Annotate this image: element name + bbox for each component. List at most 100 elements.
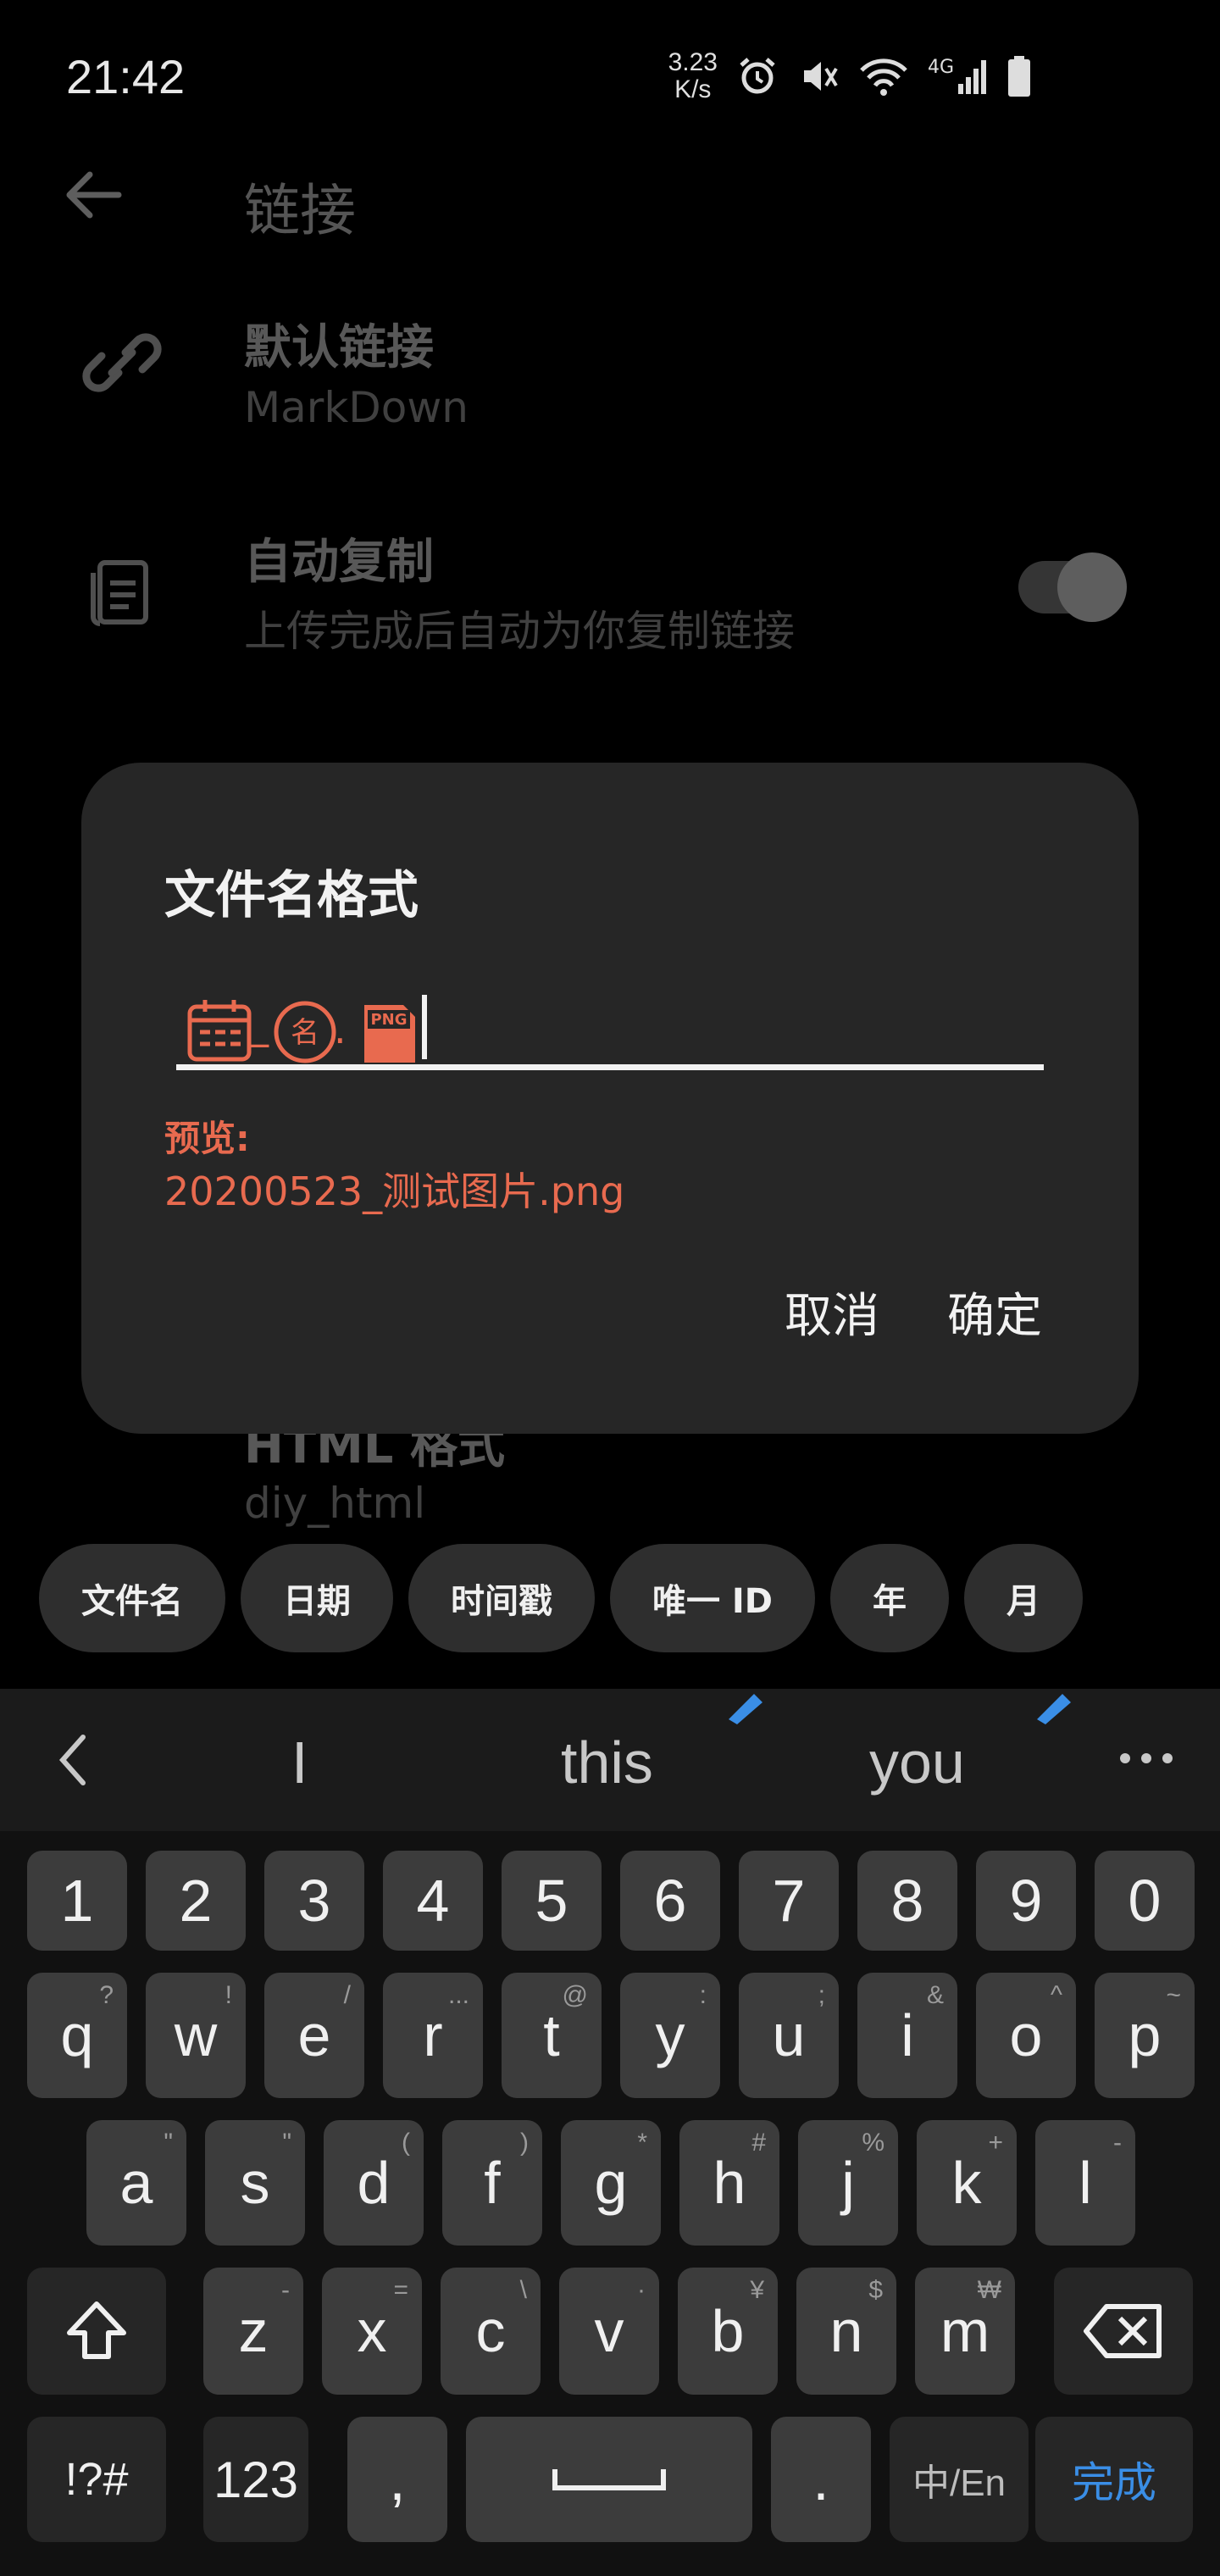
dialog-title: 文件名格式 <box>164 866 419 925</box>
key-z-hint: - <box>281 2276 290 2304</box>
chip-year[interactable]: 年 <box>830 1544 950 1652</box>
key-x[interactable]: x = <box>322 2268 422 2395</box>
key-1[interactable]: 1 <box>27 1851 127 1951</box>
key-b-hint: ¥ <box>750 2276 764 2304</box>
key-9-label: 9 <box>1009 1868 1043 1934</box>
key-z[interactable]: z- <box>203 2268 303 2395</box>
cellular-icon: 4G <box>928 57 988 96</box>
preview-value: 20200523_测试图片.png <box>164 1169 625 1214</box>
key-d-label: d <box>357 2150 391 2216</box>
filename-format-input[interactable]: _ 名 . PNG <box>176 983 1044 1068</box>
key-c[interactable]: c \ <box>441 2268 541 2395</box>
key-m-hint: ₩ <box>977 2276 1001 2304</box>
key-c-label: c <box>475 2298 506 2364</box>
key-o-hint: ^ <box>1050 1981 1062 2009</box>
key-e-hint: / <box>343 1981 351 2009</box>
key-n-hint: $ <box>868 2276 883 2304</box>
key-l[interactable]: l- <box>1035 2120 1135 2246</box>
key-c-hint: \ <box>519 2276 527 2304</box>
svg-text:PNG: PNG <box>370 1011 407 1029</box>
key-r-hint: ... <box>447 1981 469 2009</box>
svg-text:名: 名 <box>291 1016 319 1050</box>
chip-date[interactable]: 日期 <box>241 1544 393 1652</box>
chip-filename[interactable]: 文件名 <box>39 1544 225 1652</box>
key-g[interactable]: g * <box>561 2120 661 2246</box>
key-j[interactable]: j% <box>798 2120 898 2246</box>
key-9[interactable]: 9 <box>976 1851 1076 1951</box>
key-g-label: g <box>594 2150 628 2216</box>
key-1-label: 1 <box>60 1868 94 1934</box>
key-y-label: y <box>655 2002 685 2068</box>
language-key[interactable]: 中/En <box>890 2417 1029 2542</box>
token-chips: 文件名 日期 时间戳 唯一 ID 年 月 <box>39 1544 1084 1652</box>
suggestion-3[interactable]: you <box>869 1729 965 1796</box>
key-p-hint: ~ <box>1166 1981 1181 2009</box>
chip-month[interactable]: 月 <box>964 1544 1084 1652</box>
key-f[interactable]: f) <box>442 2120 542 2246</box>
key-o-label: o <box>1009 2002 1043 2068</box>
shift-key[interactable] <box>27 2268 166 2395</box>
key-d[interactable]: d( <box>324 2120 424 2246</box>
chip-unique-id[interactable]: 唯一 ID <box>610 1544 816 1652</box>
backspace-key[interactable] <box>1054 2268 1193 2395</box>
key-b[interactable]: b ¥ <box>678 2268 778 2395</box>
key-y[interactable]: y: <box>620 1973 720 2098</box>
key-u[interactable]: u; <box>739 1973 839 2098</box>
key-b-label: b <box>711 2298 745 2364</box>
key-r[interactable]: r... <box>383 1973 483 2098</box>
key-w-hint: ! <box>225 1981 232 2009</box>
num-key[interactable]: 123 <box>203 2417 308 2542</box>
period-key[interactable]: . <box>771 2417 871 2542</box>
key-l-label: l <box>1079 2150 1092 2216</box>
key-f-hint: ) <box>520 2129 529 2157</box>
key-0[interactable]: 0 <box>1095 1851 1195 1951</box>
symbols-key[interactable]: !?# <box>27 2417 166 2542</box>
key-5[interactable]: 5 <box>502 1851 602 1951</box>
key-8[interactable]: 8 <box>857 1851 957 1951</box>
input-underline <box>176 1064 1044 1070</box>
key-h[interactable]: h # <box>679 2120 779 2246</box>
key-a[interactable]: a " <box>86 2120 186 2246</box>
comma-key[interactable]: , <box>347 2417 447 2542</box>
edit-pen-icon <box>729 1694 762 1724</box>
key-k[interactable]: k + <box>917 2120 1017 2246</box>
chip-timestamp[interactable]: 时间戳 <box>408 1544 595 1652</box>
key-o[interactable]: o ^ <box>976 1973 1076 2098</box>
key-6[interactable]: 6 <box>620 1851 720 1951</box>
key-t-label: t <box>543 2002 560 2068</box>
key-a-label: a <box>119 2150 153 2216</box>
key-w[interactable]: w! <box>146 1973 246 2098</box>
key-s[interactable]: s " <box>205 2120 305 2246</box>
key-q[interactable]: q? <box>27 1973 127 2098</box>
suggestion-1[interactable]: I <box>291 1729 308 1796</box>
key-7[interactable]: 7 <box>739 1851 839 1951</box>
key-m[interactable]: m ₩ <box>915 2268 1015 2395</box>
preview-label: 预览: <box>164 1118 250 1159</box>
key-p[interactable]: p ~ <box>1095 1973 1195 2098</box>
space-key[interactable] <box>466 2417 752 2542</box>
key-e[interactable]: e / <box>264 1973 364 2098</box>
more-icon[interactable] <box>1117 1746 1176 1771</box>
separator-dot: . <box>334 1007 347 1052</box>
status-time: 21:42 <box>66 50 186 103</box>
key-t[interactable]: t @ <box>502 1973 602 2098</box>
edit-pen-icon <box>1037 1694 1071 1724</box>
key-v[interactable]: v · <box>559 2268 659 2395</box>
key-i[interactable]: i & <box>857 1973 957 2098</box>
key-g-hint: * <box>637 2129 647 2157</box>
key-n[interactable]: n $ <box>796 2268 896 2395</box>
key-u-hint: ; <box>818 1981 825 2009</box>
key-4-label: 4 <box>416 1868 450 1934</box>
key-3[interactable]: 3 <box>264 1851 364 1951</box>
key-j-hint: % <box>862 2129 884 2157</box>
cancel-button[interactable]: 取消 <box>785 1278 879 1346</box>
suggestion-2[interactable]: this <box>561 1729 653 1796</box>
key-4[interactable]: 4 <box>383 1851 483 1951</box>
confirm-button[interactable]: 确定 <box>947 1278 1042 1346</box>
chevron-left-icon[interactable] <box>49 1730 100 1790</box>
key-0-label: 0 <box>1128 1868 1162 1934</box>
done-key[interactable]: 完成 <box>1035 2417 1193 2542</box>
key-2[interactable]: 2 <box>146 1851 246 1951</box>
key-t-hint: @ <box>562 1981 588 2009</box>
key-2-label: 2 <box>179 1868 213 1934</box>
